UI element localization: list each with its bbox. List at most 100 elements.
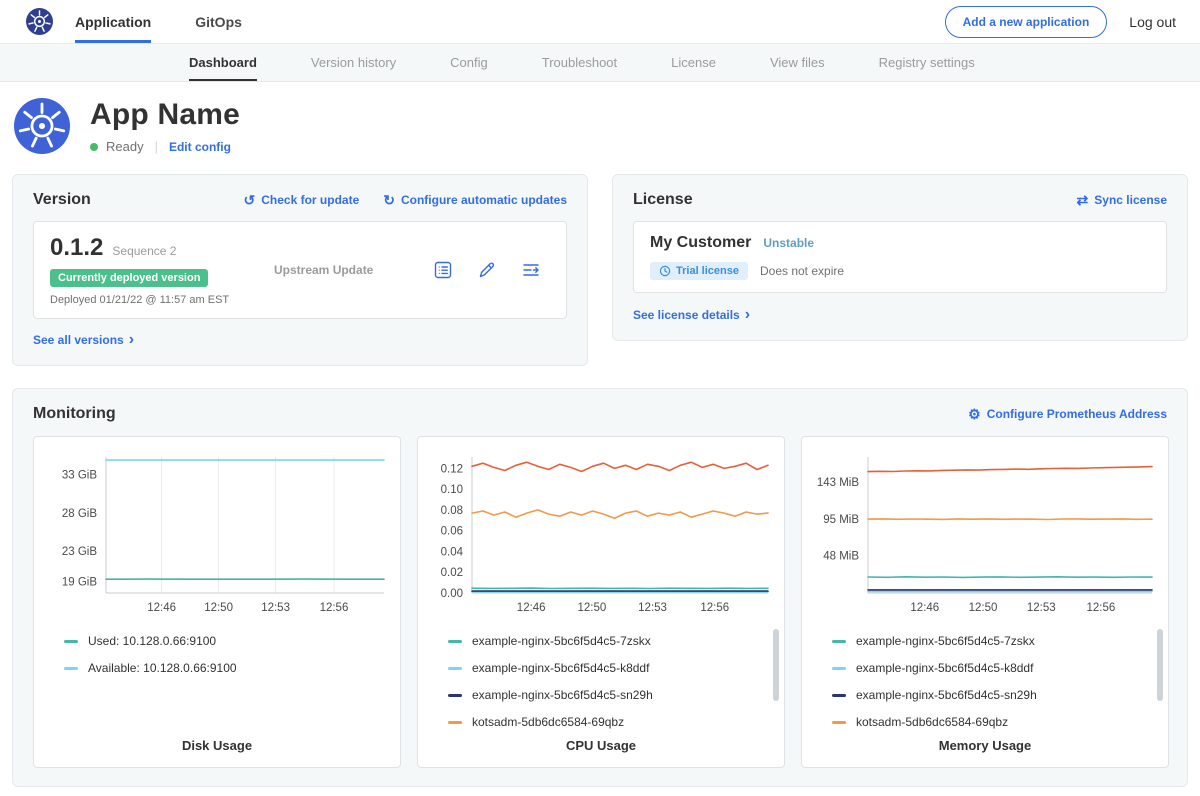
tab-application[interactable]: Application <box>75 0 151 43</box>
license-card-title: License <box>633 191 693 209</box>
legend-item: Available: 10.128.0.66:9100 <box>64 661 392 675</box>
subnav-tab-registry-settings[interactable]: Registry settings <box>852 44 1002 81</box>
legend-item: example-nginx-5bc6f5d4c5-sn29h <box>448 688 776 702</box>
memory-usage-panel: 12:4612:5012:5312:56143 MiB95 MiB48 MiB … <box>801 436 1169 768</box>
legend-color-dash <box>448 640 462 643</box>
legend-color-dash <box>832 640 846 643</box>
version-card: Version ↺ Check for update ↻ Configure a… <box>12 174 588 366</box>
legend-scrollbar[interactable] <box>1157 629 1163 701</box>
svg-text:12:50: 12:50 <box>204 602 233 614</box>
svg-text:143 MiB: 143 MiB <box>817 477 860 489</box>
clock-icon <box>659 265 671 277</box>
legend-item: kotsadm-5db6dc6584-69qbz <box>448 715 776 729</box>
chevron-right-icon: › <box>129 332 134 348</box>
subnav-tab-dashboard[interactable]: Dashboard <box>162 44 284 81</box>
release-notes-icon[interactable] <box>432 259 454 281</box>
subnav-tab-view-files[interactable]: View files <box>743 44 852 81</box>
legend-item: kotsadm-5db6dc6584-69qbz <box>832 715 1160 729</box>
customer-name: My Customer <box>650 234 751 252</box>
svg-text:12:56: 12:56 <box>320 602 349 614</box>
configure-automatic-updates-label: Configure automatic updates <box>401 193 567 207</box>
configure-prometheus-link[interactable]: ⚙ Configure Prometheus Address <box>968 407 1167 421</box>
svg-text:0.08: 0.08 <box>441 505 463 517</box>
divider: | <box>155 139 158 154</box>
legend-color-dash <box>832 694 846 697</box>
legend-label: Available: 10.128.0.66:9100 <box>88 661 237 675</box>
sync-license-label: Sync license <box>1094 193 1167 207</box>
legend-item: Used: 10.128.0.66:9100 <box>64 634 392 648</box>
legend-item: example-nginx-5bc6f5d4c5-7zskx <box>832 634 1160 648</box>
add-application-button[interactable]: Add a new application <box>945 6 1108 38</box>
svg-text:0.00: 0.00 <box>441 588 463 600</box>
legend-item: example-nginx-5bc6f5d4c5-k8ddf <box>448 661 776 675</box>
svg-text:0.04: 0.04 <box>441 546 464 558</box>
version-card-title: Version <box>33 191 91 209</box>
legend-label: kotsadm-5db6dc6584-69qbz <box>856 715 1008 729</box>
edit-config-link[interactable]: Edit config <box>169 140 231 154</box>
check-for-update-label: Check for update <box>261 193 359 207</box>
deployed-version-badge: Currently deployed version <box>50 269 208 287</box>
legend-item: example-nginx-5bc6f5d4c5-sn29h <box>832 688 1160 702</box>
deploy-logs-icon[interactable] <box>520 259 542 281</box>
svg-text:12:46: 12:46 <box>910 602 939 614</box>
svg-text:19 GiB: 19 GiB <box>62 577 97 589</box>
subnav-tab-license[interactable]: License <box>644 44 743 81</box>
legend-label: example-nginx-5bc6f5d4c5-7zskx <box>856 634 1035 648</box>
see-license-details-label: See license details <box>633 308 740 322</box>
svg-text:33 GiB: 33 GiB <box>62 470 97 482</box>
monitoring-title: Monitoring <box>33 405 116 423</box>
svg-text:0.06: 0.06 <box>441 526 463 538</box>
app-header: App Name Ready | Edit config <box>0 82 1200 172</box>
upstream-update-label: Upstream Update <box>274 263 373 277</box>
status-dot <box>90 143 98 151</box>
sync-license-link[interactable]: ⇄ Sync license <box>1077 193 1167 207</box>
svg-text:12:50: 12:50 <box>969 602 998 614</box>
legend-scrollbar[interactable] <box>773 629 779 701</box>
version-number: 0.1.2 <box>50 234 103 262</box>
trial-license-label: Trial license <box>676 265 739 277</box>
refresh-icon: ↺ <box>244 193 256 207</box>
check-for-update-link[interactable]: ↺ Check for update <box>244 193 360 207</box>
legend-label: example-nginx-5bc6f5d4c5-k8ddf <box>472 661 649 675</box>
svg-text:0.12: 0.12 <box>441 463 463 475</box>
subnav-tab-config[interactable]: Config <box>423 44 515 81</box>
svg-text:12:53: 12:53 <box>261 602 290 614</box>
legend-label: example-nginx-5bc6f5d4c5-k8ddf <box>856 661 1033 675</box>
monitoring-card: Monitoring ⚙ Configure Prometheus Addres… <box>12 388 1188 787</box>
top-nav: Application GitOps Add a new application… <box>0 0 1200 44</box>
auto-update-icon: ↻ <box>383 193 395 207</box>
trial-license-badge: Trial license <box>650 262 748 280</box>
configure-automatic-updates-link[interactable]: ↻ Configure automatic updates <box>383 193 567 207</box>
legend-color-dash <box>64 667 78 670</box>
subnav-tab-troubleshoot[interactable]: Troubleshoot <box>515 44 644 81</box>
cpu-usage-legend: example-nginx-5bc6f5d4c5-7zskx example-ng… <box>448 634 776 729</box>
edit-config-icon[interactable] <box>476 259 498 281</box>
license-expiry: Does not expire <box>760 264 844 278</box>
svg-text:12:53: 12:53 <box>1027 602 1056 614</box>
logout-link[interactable]: Log out <box>1129 14 1176 30</box>
see-license-details-link[interactable]: See license details › <box>633 307 750 323</box>
legend-color-dash <box>832 721 846 724</box>
legend-label: example-nginx-5bc6f5d4c5-sn29h <box>856 688 1037 702</box>
gear-icon: ⚙ <box>968 407 981 421</box>
channel-name: Unstable <box>763 236 814 250</box>
svg-text:12:50: 12:50 <box>577 602 606 614</box>
configure-prometheus-label: Configure Prometheus Address <box>987 407 1167 421</box>
version-sequence: Sequence 2 <box>112 244 176 258</box>
status-badge: Ready <box>106 139 144 154</box>
tab-application-label: Application <box>75 14 151 30</box>
legend-label: kotsadm-5db6dc6584-69qbz <box>472 715 624 729</box>
legend-label: example-nginx-5bc6f5d4c5-7zskx <box>472 634 651 648</box>
legend-color-dash <box>64 640 78 643</box>
see-all-versions-link[interactable]: See all versions › <box>33 332 134 348</box>
page-title: App Name <box>90 98 240 132</box>
legend-color-dash <box>832 667 846 670</box>
license-box: My Customer Unstable Trial license Does … <box>633 221 1167 293</box>
subnav-tab-version-history[interactable]: Version history <box>284 44 423 81</box>
see-all-versions-label: See all versions <box>33 333 124 347</box>
legend-color-dash <box>448 694 462 697</box>
tab-gitops[interactable]: GitOps <box>195 0 242 43</box>
license-card: License ⇄ Sync license My Customer Unsta… <box>612 174 1188 341</box>
svg-text:48 MiB: 48 MiB <box>823 551 859 563</box>
memory-usage-chart: 12:4612:5012:5312:56143 MiB95 MiB48 MiB <box>810 447 1160 619</box>
